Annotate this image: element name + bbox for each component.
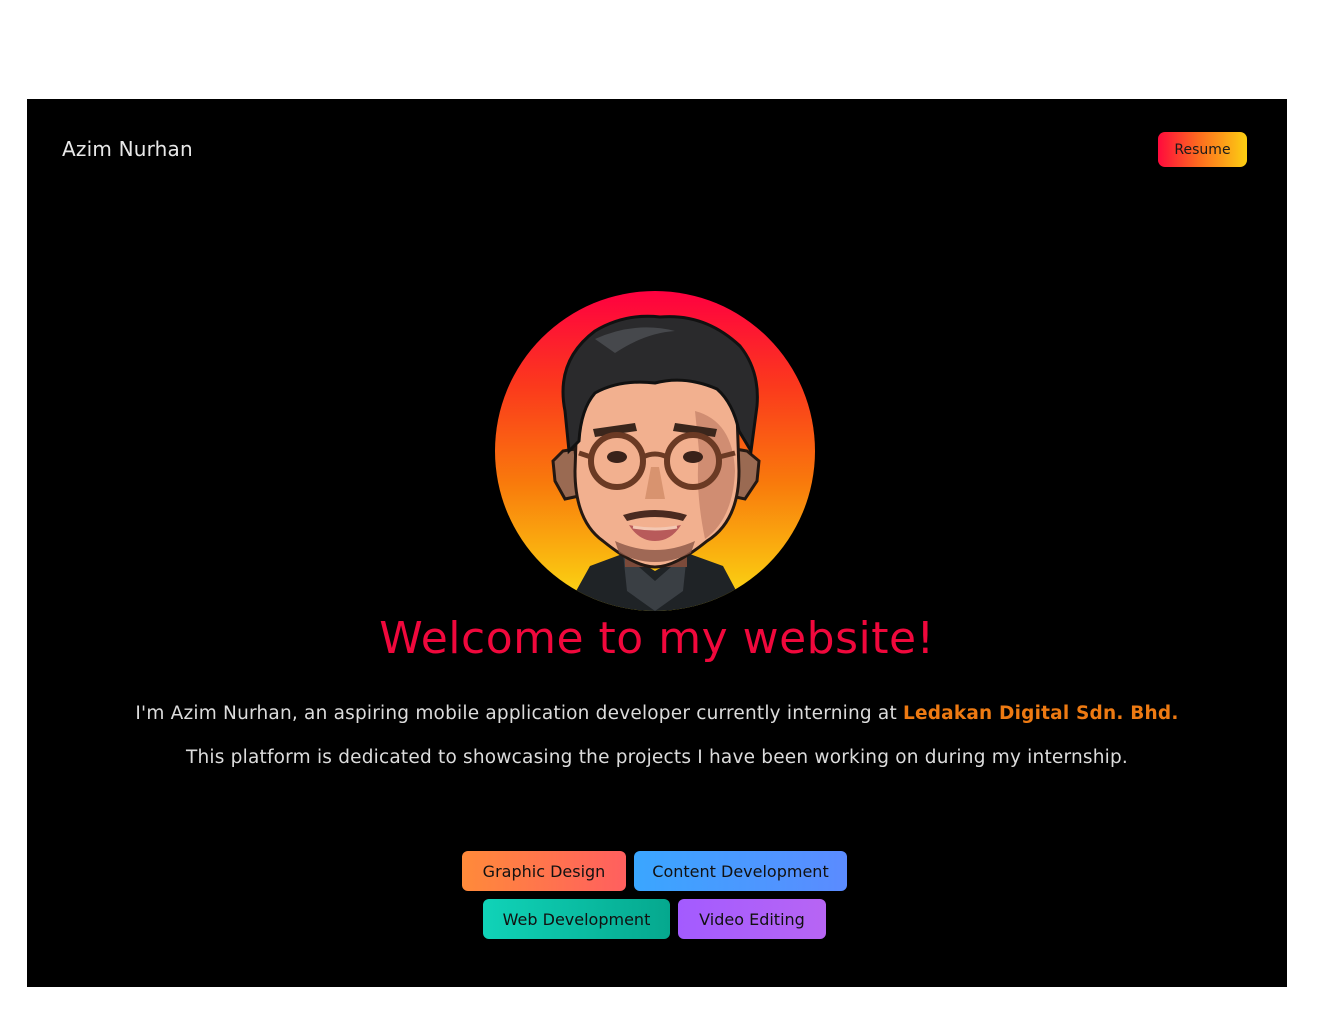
video-editing-button[interactable]: Video Editing (678, 899, 826, 939)
avatar (495, 291, 815, 611)
description-text: This platform is dedicated to showcasing… (185, 747, 1129, 768)
avatar-portrait-image (551, 314, 761, 611)
company-name: Ledakan Digital Sdn. Bhd. (902, 703, 1179, 724)
brand-name[interactable]: Azim Nurhan (62, 137, 193, 161)
web-development-button[interactable]: Web Development (483, 899, 670, 939)
intro-text: I'm Azim Nurhan, an aspiring mobile appl… (27, 703, 1287, 724)
intro-prefix: I'm Azim Nurhan, an aspiring mobile appl… (135, 703, 903, 724)
resume-button[interactable]: Resume (1158, 132, 1247, 167)
graphic-design-button[interactable]: Graphic Design (462, 851, 626, 891)
content-development-button[interactable]: Content Development (634, 851, 847, 891)
welcome-title: Welcome to my website! (379, 613, 935, 664)
portfolio-page: Azim Nurhan Resume Welcome to my website… (27, 99, 1287, 987)
